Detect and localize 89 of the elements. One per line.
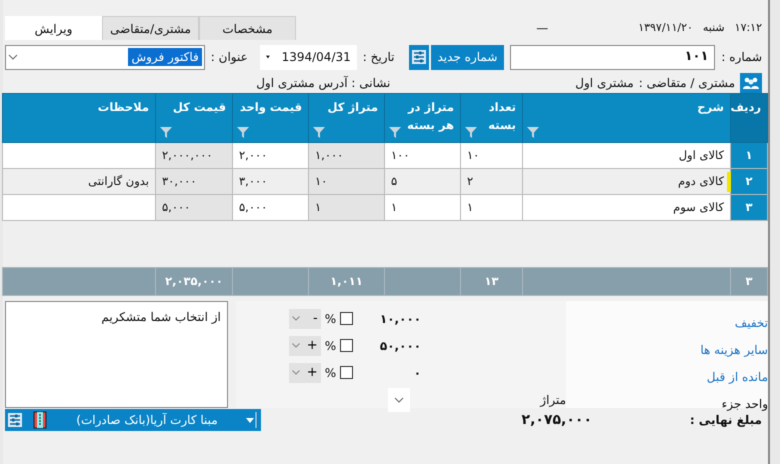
table-cell: کالای سوم bbox=[522, 194, 730, 220]
percent-checkbox[interactable] bbox=[340, 366, 354, 379]
table-cell: کالای دوم bbox=[522, 168, 730, 194]
amount-text: ۵۰,۰۰۰ bbox=[378, 338, 422, 354]
final-amount-label: مبلغ نهایی : bbox=[688, 412, 762, 429]
title-dropdown[interactable]: فاکتور فروش bbox=[5, 44, 205, 70]
unit-label: واحد جزء bbox=[722, 396, 768, 412]
adjustment-link[interactable]: سایر هزینه ها bbox=[700, 340, 768, 358]
filter-icon[interactable] bbox=[160, 127, 172, 138]
filter-icon[interactable] bbox=[313, 127, 325, 138]
table-cell: کالای اول bbox=[522, 142, 730, 168]
column-header[interactable]: شرح bbox=[522, 94, 730, 142]
date-text: ۱۳۹۷/۱۱/۲۰ bbox=[638, 20, 693, 36]
percent-symbol: % bbox=[324, 338, 336, 354]
table-cell: ۱۰ bbox=[460, 142, 522, 168]
adjustment-link[interactable]: تخفیف bbox=[734, 314, 768, 332]
percent-symbol: % bbox=[324, 364, 336, 382]
table-cell: ۲,۰۰۰,۰۰۰ bbox=[156, 142, 232, 168]
dropdown-caret-icon bbox=[243, 409, 257, 431]
table-cell: ۳,۰۰۰ bbox=[232, 168, 308, 194]
weekday-text: شنبه bbox=[702, 20, 725, 36]
column-header[interactable]: ردیف bbox=[730, 94, 768, 142]
table-cell: بدون گارانتی bbox=[2, 168, 156, 194]
table-cell: ۵,۰۰۰ bbox=[232, 194, 308, 220]
address-text: نشانی : آدرس مشتری اول bbox=[256, 75, 390, 92]
sign-dropdown[interactable]: - bbox=[288, 308, 321, 328]
column-header[interactable]: قیمت کل bbox=[156, 94, 232, 142]
final-amount: ۲,۰۷۵,۰۰۰ bbox=[522, 410, 592, 430]
chevron-icon bbox=[8, 54, 18, 60]
row-indicator bbox=[727, 172, 731, 192]
filter-icon[interactable] bbox=[237, 127, 249, 138]
table-cell: ۱ bbox=[308, 194, 384, 220]
amount-text: ۰ bbox=[412, 364, 422, 382]
column-header[interactable]: ملاحظات bbox=[2, 94, 156, 142]
date-picker[interactable]: 1394/04/31 bbox=[260, 44, 357, 70]
column-header[interactable]: قیمت واحد bbox=[232, 94, 308, 142]
table-cell: ۱ bbox=[460, 194, 522, 220]
notes-field[interactable]: از انتخاب شما متشکریم bbox=[5, 301, 228, 408]
customer-icon[interactable] bbox=[740, 73, 762, 93]
payment-account-dropdown[interactable]: مبنا کارت آریا(بانک صادرات) bbox=[25, 409, 261, 431]
new-number-button[interactable]: شماره جدید bbox=[430, 44, 504, 70]
time-text: ۱۷:۱۲ bbox=[734, 20, 762, 36]
table-cell: ۲ bbox=[460, 168, 522, 194]
adjustment-link[interactable]: مانده از قبل bbox=[706, 368, 768, 386]
total-cell: ۳ bbox=[730, 268, 768, 296]
unit-value: متراژ bbox=[540, 392, 566, 408]
table-cell: ۱۰ bbox=[308, 168, 384, 194]
chevron-icon bbox=[292, 343, 300, 348]
chevron-icon bbox=[292, 316, 300, 321]
customer-label: مشتری / متقاضی : bbox=[638, 75, 735, 92]
table-cell: ۱۰۰ bbox=[384, 142, 460, 168]
row-number[interactable]: ۳ bbox=[730, 194, 768, 220]
settings-icon[interactable] bbox=[5, 409, 25, 431]
customer-name: مشتری اول bbox=[575, 75, 634, 92]
table-cell: ۵ bbox=[384, 168, 460, 194]
chevron-icon bbox=[292, 370, 300, 375]
sign-dropdown[interactable]: + bbox=[288, 336, 321, 356]
settings-icon[interactable] bbox=[408, 44, 428, 70]
column-header[interactable]: متراژ در هر بسته bbox=[384, 94, 460, 142]
filter-icon[interactable] bbox=[389, 127, 401, 138]
table-cell: ۱,۰۰۰ bbox=[308, 142, 384, 168]
total-cell: ۱۳ bbox=[460, 268, 522, 296]
percent-checkbox[interactable] bbox=[340, 339, 354, 352]
percent-symbol: % bbox=[324, 310, 336, 328]
filter-icon[interactable] bbox=[527, 127, 539, 138]
column-header[interactable]: تعداد بسته bbox=[460, 94, 522, 142]
caret-icon bbox=[266, 54, 270, 60]
tab[interactable]: مشتری/متقاضی bbox=[102, 16, 199, 40]
table-cell: ۵,۰۰۰ bbox=[156, 194, 232, 220]
total-cell: ۲,۰۳۵,۰۰۰ bbox=[156, 268, 232, 296]
tab[interactable]: ویرایش bbox=[5, 16, 102, 40]
column-header[interactable]: متراژ کل bbox=[308, 94, 384, 142]
card-icon bbox=[33, 411, 47, 429]
table-cell: ۳۰,۰۰۰ bbox=[156, 168, 232, 194]
row-number[interactable]: ۱ bbox=[730, 142, 768, 168]
number-field[interactable]: ۱۰۱ bbox=[510, 44, 716, 70]
table-cell: ۲,۰۰۰ bbox=[232, 142, 308, 168]
percent-checkbox[interactable] bbox=[340, 312, 354, 325]
title-label: عنوان : bbox=[210, 49, 248, 66]
sign-dropdown[interactable]: + bbox=[288, 362, 321, 382]
table-cell: ۱ bbox=[384, 194, 460, 220]
filter-icon[interactable] bbox=[465, 127, 477, 138]
number-label: شماره : bbox=[721, 49, 762, 66]
total-cell: ۱,۰۱۱ bbox=[308, 268, 384, 296]
minimize-button[interactable]: — bbox=[536, 19, 548, 37]
date-label: تاریخ : bbox=[362, 49, 394, 66]
tab[interactable]: مشخصات bbox=[199, 16, 296, 40]
unit-dropdown-chevron-icon[interactable] bbox=[388, 388, 410, 412]
amount-text: ۱۰,۰۰۰ bbox=[378, 310, 422, 328]
